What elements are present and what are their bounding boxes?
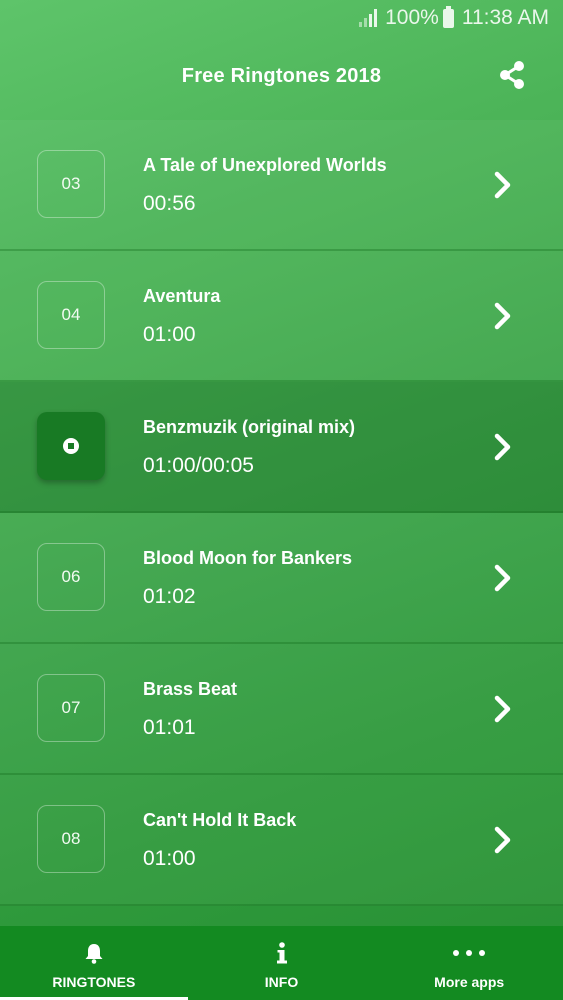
page-title: Free Ringtones 2018 xyxy=(181,64,382,87)
track-number-badge[interactable]: 03 xyxy=(37,150,105,218)
track-number-badge[interactable]: 04 xyxy=(37,281,105,349)
clock-time: 11:38 AM xyxy=(461,6,549,29)
more-dots-icon xyxy=(453,940,486,966)
track-number-badge[interactable]: 06 xyxy=(37,543,105,611)
chevron-right-icon[interactable] xyxy=(493,825,513,855)
ringtone-title: Can't Hold It Back xyxy=(143,810,297,830)
bell-icon xyxy=(82,940,106,966)
ringtone-row[interactable]: 07 Brass Beat 01:01 xyxy=(0,644,563,775)
battery-percent: 100% xyxy=(385,6,439,29)
battery-icon xyxy=(442,5,454,28)
ringtone-title: Brass Beat xyxy=(143,679,238,699)
stop-icon xyxy=(63,438,79,454)
tab-info[interactable]: INFO xyxy=(188,926,376,1000)
ringtone-row-playing[interactable]: Benzmuzik (original mix) 01:00/00:05 xyxy=(0,382,563,513)
tab-label: INFO xyxy=(264,974,299,990)
signal-icon xyxy=(359,9,378,27)
ringtone-row[interactable]: 08 Can't Hold It Back 01:00 xyxy=(0,775,563,906)
ringtone-title: A Tale of Unexplored Worlds xyxy=(143,155,387,175)
ringtone-duration: 01:00 xyxy=(143,847,196,870)
track-number-badge[interactable]: 07 xyxy=(37,674,105,742)
app-header: Free Ringtones 2018 xyxy=(0,36,563,116)
tab-label: RINGTONES xyxy=(52,974,136,990)
chevron-right-icon[interactable] xyxy=(493,432,513,462)
share-icon[interactable] xyxy=(497,60,527,90)
ringtone-duration: 01:00 xyxy=(143,323,196,346)
ringtone-title: Blood Moon for Bankers xyxy=(143,548,353,568)
ringtone-duration: 00:56 xyxy=(143,192,196,215)
ringtone-list: 03 A Tale of Unexplored Worlds 00:56 04 … xyxy=(0,120,563,906)
tab-more-apps[interactable]: More apps xyxy=(375,926,563,1000)
ringtone-title: Benzmuzik (original mix) xyxy=(143,417,356,437)
track-number-badge[interactable]: 08 xyxy=(37,805,105,873)
ringtone-row[interactable]: 03 A Tale of Unexplored Worlds 00:56 xyxy=(0,120,563,251)
ringtone-row[interactable]: 04 Aventura 01:00 xyxy=(0,251,563,382)
chevron-right-icon[interactable] xyxy=(493,301,513,331)
ringtone-title: Aventura xyxy=(143,286,221,306)
info-icon xyxy=(276,940,288,966)
tab-label: More apps xyxy=(434,974,505,990)
status-bar: 100% 11:38 AM xyxy=(0,0,563,36)
chevron-right-icon[interactable] xyxy=(493,563,513,593)
ringtone-duration: 01:02 xyxy=(143,585,196,608)
bottom-tab-bar: RINGTONES INFO More apps xyxy=(0,926,563,1000)
chevron-right-icon[interactable] xyxy=(493,170,513,200)
ringtone-row[interactable]: 06 Blood Moon for Bankers 01:02 xyxy=(0,513,563,644)
ringtone-duration: 01:01 xyxy=(143,716,196,739)
stop-button[interactable] xyxy=(37,412,105,480)
chevron-right-icon[interactable] xyxy=(493,694,513,724)
ringtone-playback-progress: 01:00/00:05 xyxy=(143,454,254,477)
tab-ringtones[interactable]: RINGTONES xyxy=(0,926,188,1000)
